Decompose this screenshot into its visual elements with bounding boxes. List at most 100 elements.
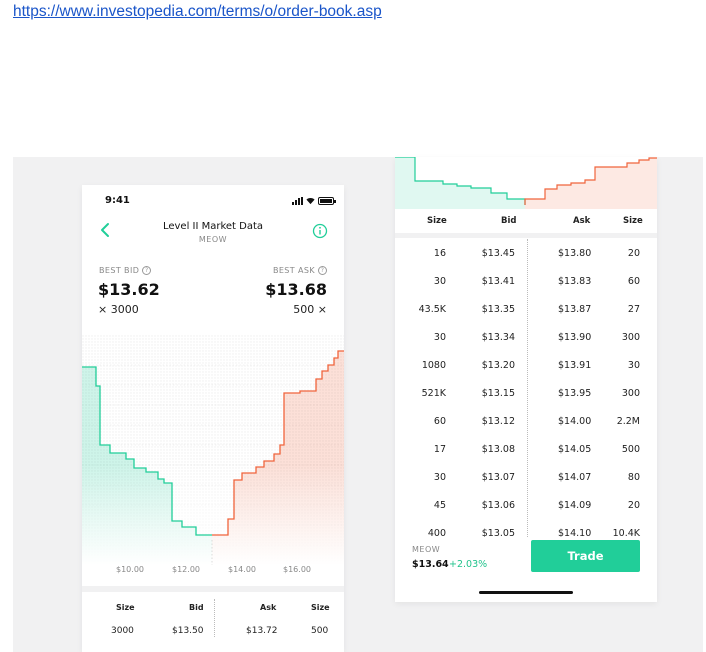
best-ask-price: $13.68 <box>265 280 327 299</box>
ask-depth-area <box>525 158 657 209</box>
bid-price-cell: $13.20 <box>481 360 515 371</box>
col-header-bid-size: Size <box>116 603 135 612</box>
bid-price-cell: $13.41 <box>481 276 515 287</box>
best-bid-label: BEST BID ? <box>99 266 152 275</box>
home-indicator[interactable] <box>479 591 573 594</box>
bid-size-cell: 3000 <box>111 626 134 636</box>
depth-chart-mini <box>395 157 657 209</box>
ask-size-cell: 27 <box>627 304 640 315</box>
col-header-ask: Ask <box>573 216 591 226</box>
table-row[interactable]: 1080 $13.20 $13.91 30 <box>395 351 657 379</box>
table-row[interactable]: 521K $13.15 $13.95 300 <box>395 379 657 407</box>
bid-size-cell: 43.5K <box>418 304 446 315</box>
bid-price-cell: $13.35 <box>481 304 515 315</box>
table-row[interactable]: 400 $13.05 $14.10 10.4K <box>395 519 657 539</box>
bid-size-cell: 30 <box>433 276 446 287</box>
ask-price-cell: $13.80 <box>558 248 592 259</box>
col-header-bid: Bid <box>501 216 517 226</box>
col-header-bid-size: Size <box>427 216 447 226</box>
table-row[interactable]: 30 $13.41 $13.83 60 <box>395 267 657 295</box>
best-bid-price: $13.62 <box>98 280 160 299</box>
depth-chart[interactable]: $10.00 $12.00 $14.00 $16.00 <box>82 335 344 615</box>
order-book-table[interactable]: 16 $13.45 $13.80 20 30 $13.41 $13.83 60 43.5K $13… <box>395 239 657 539</box>
trade-button[interactable]: Trade <box>531 540 640 572</box>
order-book-screen: Size Bid Ask Size 16 $13.45 $13.80 20 30 $13.… <box>395 157 657 602</box>
ask-size-cell: 60 <box>627 276 640 287</box>
table-row[interactable]: 43.5K $13.35 $13.87 27 <box>395 295 657 323</box>
footer-change: +2.03% <box>449 559 488 570</box>
table-row[interactable]: 45 $13.06 $14.09 20 <box>395 491 657 519</box>
ask-size-cell: 20 <box>627 248 640 259</box>
status-icons <box>292 197 336 205</box>
bid-size-cell: 16 <box>433 248 446 259</box>
best-bid-label-text: BEST BID <box>99 266 140 275</box>
ask-size-cell: 2.2M <box>616 416 640 427</box>
wifi-icon <box>306 198 315 205</box>
bid-price-cell: $13.07 <box>481 472 515 483</box>
bid-size-cell: 60 <box>433 416 446 427</box>
col-header-ask: Ask <box>260 603 277 612</box>
col-header-ask-size: Size <box>311 603 330 612</box>
ask-size-cell: 500 <box>311 626 329 636</box>
bid-price-cell: $13.50 <box>172 626 204 636</box>
bid-size-cell: 30 <box>433 332 446 343</box>
table-row[interactable]: 60 $13.12 $14.00 2.2M <box>395 407 657 435</box>
bid-size-cell: 30 <box>433 472 446 483</box>
bid-price-cell: $13.45 <box>481 248 515 259</box>
ask-size-cell: 20 <box>627 500 640 511</box>
best-ask-label-text: BEST ASK <box>272 266 315 275</box>
page-title: Level II Market Data <box>162 221 264 232</box>
ask-size-cell: 300 <box>621 388 640 399</box>
x-tick-label: $14.00 <box>228 565 256 574</box>
status-time: 9:41 <box>105 195 130 206</box>
section-divider <box>395 233 657 238</box>
footer-price: $13.64 <box>412 559 449 570</box>
section-divider <box>82 586 344 592</box>
bid-size-cell: 1080 <box>421 360 446 371</box>
table-row[interactable]: 16 $13.45 $13.80 20 <box>395 239 657 267</box>
ticker-symbol: MEOW <box>198 235 228 244</box>
ask-size-cell: 500 <box>621 444 640 455</box>
ask-price-cell: $14.05 <box>558 444 592 455</box>
bid-price-cell: $13.34 <box>481 332 515 343</box>
trade-footer: MEOW $13.64 +2.03% Trade <box>395 537 657 602</box>
ask-price-cell: $14.00 <box>558 416 592 427</box>
best-ask-size: 500 × <box>293 303 327 316</box>
source-url-link[interactable]: https://www.investopedia.com/terms/o/ord… <box>13 3 382 21</box>
ask-price-cell: $13.91 <box>558 360 592 371</box>
ask-size-cell: 30 <box>627 360 640 371</box>
col-header-bid: Bid <box>189 603 204 612</box>
table-row[interactable]: 17 $13.08 $14.05 500 <box>395 435 657 463</box>
bid-size-cell: 45 <box>433 500 446 511</box>
bid-size-cell: 521K <box>421 388 446 399</box>
ask-price-cell: $14.09 <box>558 500 592 511</box>
ask-price-cell: $13.72 <box>246 626 278 636</box>
bid-price-cell: $13.08 <box>481 444 515 455</box>
level2-phone-screen: 9:41 Level II Market Data MEOW BEST BID … <box>82 185 344 652</box>
bid-size-cell: 17 <box>433 444 446 455</box>
table-row[interactable]: 30 $13.34 $13.90 300 <box>395 323 657 351</box>
help-icon[interactable]: ? <box>142 266 152 275</box>
ask-size-cell: 80 <box>627 472 640 483</box>
ask-size-cell: 300 <box>621 332 640 343</box>
footer-symbol: MEOW <box>412 545 441 554</box>
ask-price-cell: $13.83 <box>558 276 592 287</box>
best-bid-size: × 3000 <box>98 303 139 316</box>
ask-price-cell: $13.90 <box>558 332 592 343</box>
x-tick-label: $16.00 <box>283 565 311 574</box>
ask-price-cell: $13.87 <box>558 304 592 315</box>
bid-price-cell: $13.06 <box>481 500 515 511</box>
chart-fade <box>82 465 344 565</box>
bid-price-cell: $13.12 <box>481 416 515 427</box>
bid-price-cell: $13.15 <box>481 388 515 399</box>
x-tick-label: $12.00 <box>172 565 200 574</box>
info-icon[interactable] <box>312 223 328 239</box>
battery-icon <box>318 197 336 205</box>
table-row[interactable]: 30 $13.07 $14.07 80 <box>395 463 657 491</box>
help-icon[interactable]: ? <box>318 266 327 275</box>
signal-icon <box>292 197 303 205</box>
col-header-ask-size: Size <box>623 216 643 226</box>
ask-price-cell: $13.95 <box>558 388 592 399</box>
x-tick-label: $10.00 <box>116 565 144 574</box>
column-divider <box>214 599 215 637</box>
